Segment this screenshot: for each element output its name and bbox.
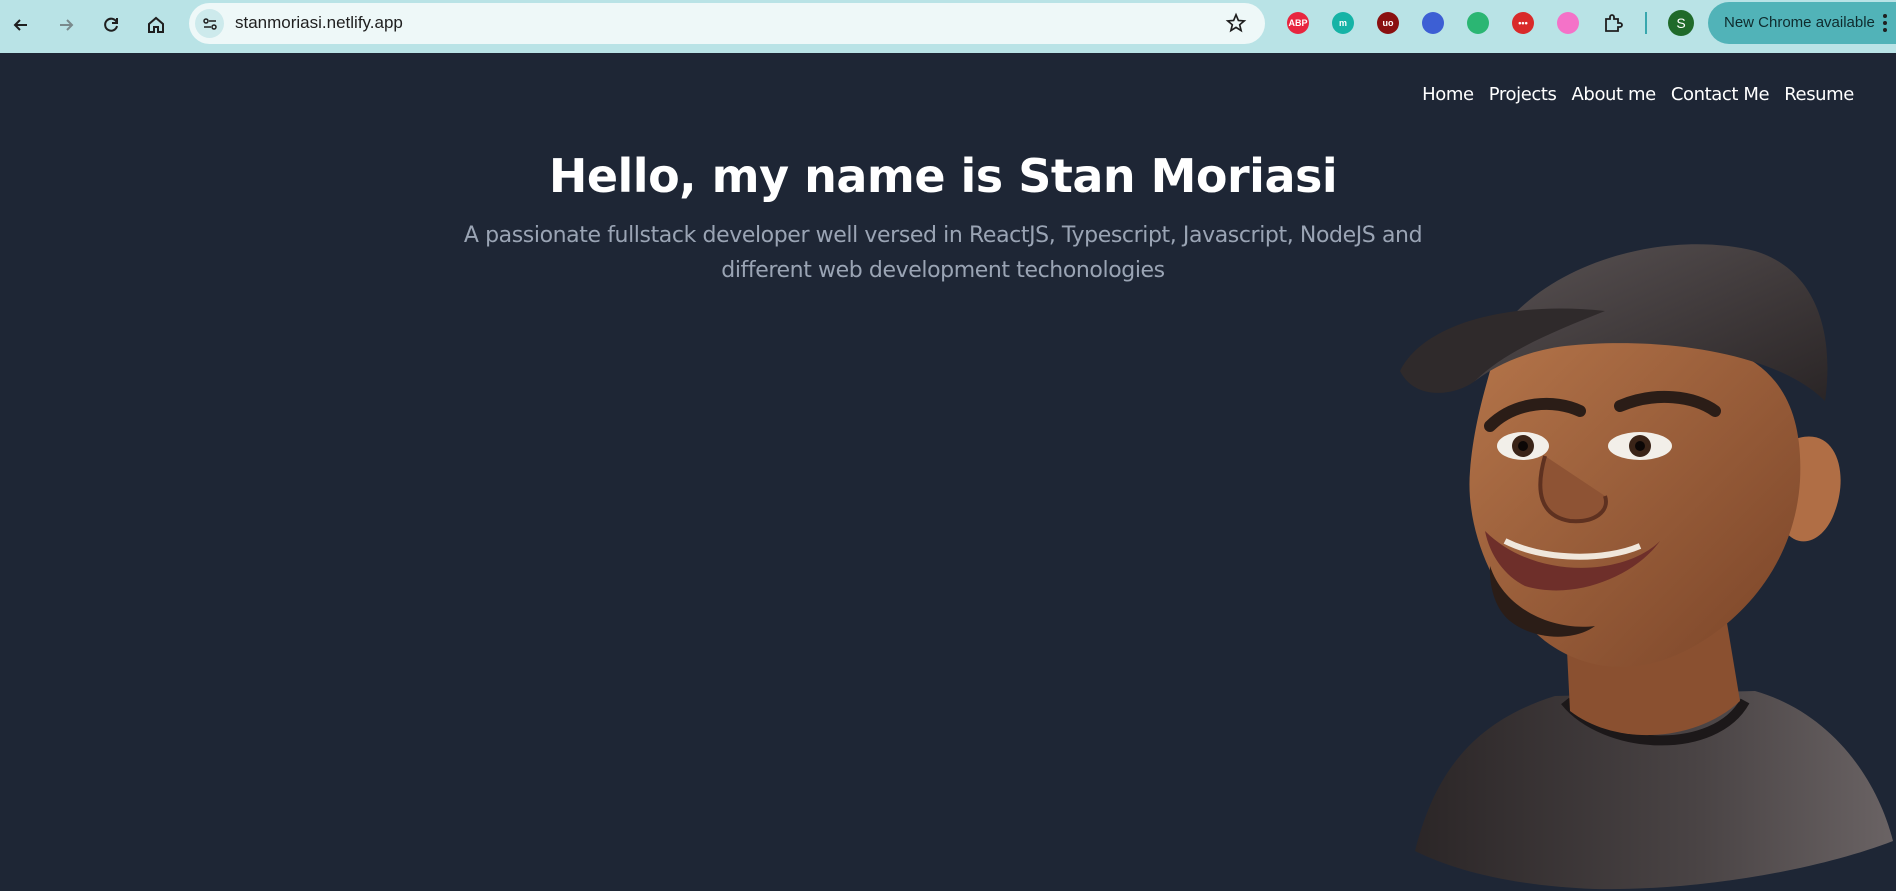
site-info-button[interactable]	[195, 9, 224, 38]
hero-subtitle: A passionate fullstack developer well ve…	[463, 223, 1423, 283]
site-nav: Home Projects About me Contact Me Resume	[1422, 84, 1854, 105]
cartoon-avatar-illustration	[1400, 244, 1893, 890]
back-button[interactable]	[5, 9, 37, 41]
bookmark-star-icon[interactable]	[1225, 12, 1247, 34]
toolbar-divider	[1645, 12, 1647, 34]
globe-extension-icon[interactable]	[1422, 12, 1444, 34]
forward-arrow-icon	[60, 19, 74, 31]
puzzle-icon	[1605, 14, 1623, 32]
reload-icon	[104, 17, 118, 32]
forward-button[interactable]	[50, 9, 82, 41]
ublock-origin-icon[interactable]: uo	[1377, 12, 1399, 34]
portfolio-page: Home Projects About me Contact Me Resume…	[0, 53, 1896, 890]
adblock-plus-icon[interactable]: ABP	[1287, 12, 1309, 34]
kebab-menu-icon[interactable]	[1882, 12, 1888, 34]
home-button[interactable]	[140, 9, 172, 41]
layers-extension-icon[interactable]	[1467, 12, 1489, 34]
red-extension-icon[interactable]: •••	[1512, 12, 1534, 34]
extensions-puzzle-button[interactable]	[1602, 12, 1624, 34]
nav-contact-me[interactable]: Contact Me	[1671, 84, 1770, 105]
nav-home[interactable]: Home	[1422, 84, 1474, 105]
reload-button[interactable]	[95, 9, 127, 41]
home-icon	[148, 16, 164, 33]
hero-title: Hello, my name is Stan Moriasi	[548, 149, 1338, 203]
pink-extension-icon[interactable]	[1557, 12, 1579, 34]
m-extension-icon[interactable]: m	[1332, 12, 1354, 34]
tune-icon	[202, 17, 217, 30]
url-text[interactable]: stanmoriasi.netlify.app	[235, 13, 403, 33]
browser-toolbar: stanmoriasi.netlify.app ABP m uo ••• S New …	[0, 0, 1896, 53]
nav-about-me[interactable]: About me	[1572, 84, 1657, 105]
nav-resume[interactable]: Resume	[1784, 84, 1854, 105]
address-bar[interactable]: stanmoriasi.netlify.app	[189, 3, 1265, 44]
nav-projects[interactable]: Projects	[1489, 84, 1557, 105]
profile-avatar[interactable]: S	[1668, 10, 1694, 36]
back-arrow-icon	[13, 19, 27, 31]
chrome-update-button[interactable]: New Chrome available	[1708, 2, 1896, 44]
